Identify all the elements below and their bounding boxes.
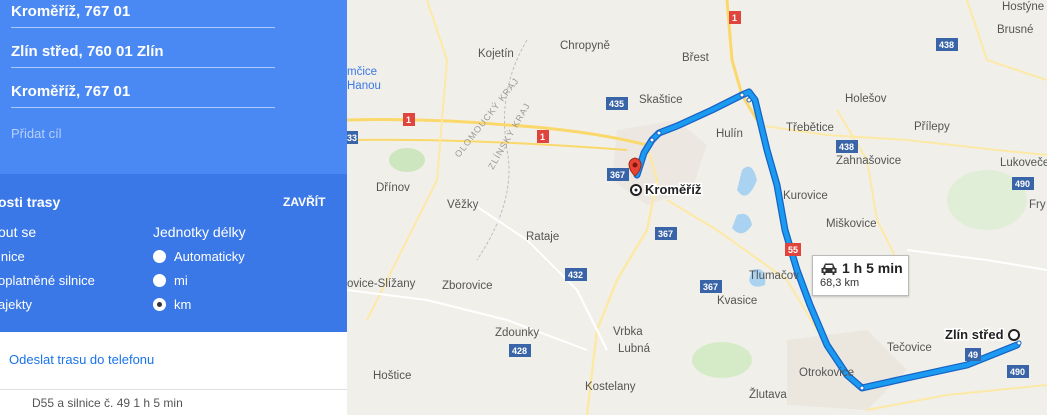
shield-438: 438	[839, 142, 854, 152]
place-label: Fry	[1029, 199, 1046, 211]
avoid-tolls-option[interactable]: oplatněné silnice	[0, 273, 95, 288]
shield-1: 1	[732, 13, 737, 23]
place-label: Holešov	[845, 93, 887, 105]
shield-1: 1	[406, 115, 411, 125]
avoid-highways-option[interactable]: lnice	[0, 249, 25, 264]
shield-367: 367	[703, 282, 718, 292]
shield-367: 367	[610, 170, 625, 180]
place-label: Zborovice	[442, 280, 493, 292]
shield-367: 367	[658, 229, 673, 239]
place-label: Hoštice	[373, 370, 411, 382]
waypoint-1-input[interactable]: Kroměříž, 767 01	[11, 1, 275, 28]
place-label: Vrbka	[613, 326, 643, 338]
shield-490: 490	[1015, 179, 1030, 189]
map-svg[interactable]: 1 1 1 435 367 367 367 432 428 55 438 438…	[347, 0, 1047, 415]
avoid-ferries-option[interactable]: ajekty	[0, 297, 32, 312]
place-label: Hanou	[347, 80, 381, 92]
place-label: Dřínov	[376, 182, 410, 194]
car-icon	[821, 263, 837, 275]
add-destination-input[interactable]: Přidat cíl	[11, 126, 62, 141]
place-label: Věžky	[447, 199, 479, 211]
place-label: Kvasice	[717, 295, 757, 307]
units-auto-label: Automaticky	[174, 249, 245, 264]
place-label: Lubná	[618, 343, 651, 355]
place-label: Lukoveče	[1000, 157, 1047, 169]
route-duration: 1 h 5 min	[842, 260, 903, 276]
waypoint-3-input[interactable]: Kroměříž, 767 01	[11, 81, 275, 108]
units-auto-radio[interactable]	[153, 250, 166, 263]
place-label: mčice	[347, 66, 377, 78]
shield-33: 33	[347, 133, 357, 143]
send-to-phone-link[interactable]: Odeslat trasu do telefonu	[9, 352, 154, 367]
place-label: Břest	[682, 52, 710, 64]
directions-panel: Kroměříž, 767 01 Zlín střed, 760 01 Zlín…	[0, 0, 347, 415]
map-canvas[interactable]: 1 1 1 435 367 367 367 432 428 55 438 438…	[347, 0, 1047, 415]
place-label: Zahnašovice	[836, 155, 901, 167]
units-km-label: km	[174, 297, 192, 312]
shield-55: 55	[788, 245, 798, 255]
place-label: Zdounky	[495, 327, 539, 339]
place-label: Brusné	[997, 24, 1033, 36]
divider	[0, 389, 347, 390]
place-label: Kurovice	[783, 190, 828, 202]
shield-435: 435	[609, 99, 624, 109]
place-label: Rataje	[526, 231, 559, 243]
waypoint-2-input[interactable]: Zlín střed, 760 01 Zlín	[11, 41, 275, 68]
place-label: Kojetín	[478, 48, 514, 60]
destination-label[interactable]: Zlín střed	[944, 326, 1006, 344]
units-mi-label: mi	[174, 273, 188, 288]
place-label: Tlumačov	[749, 270, 799, 282]
place-label: Chropyně	[560, 40, 610, 52]
avoid-heading: out se	[0, 224, 37, 240]
route-summary-row[interactable]: D55 a silnice č. 49 1 h 5 min	[32, 396, 332, 410]
place-label: Miškovice	[826, 218, 876, 230]
destination-marker-icon[interactable]	[1008, 329, 1020, 341]
shield-438: 438	[939, 40, 954, 50]
shield-428: 428	[512, 346, 527, 356]
place-label: Otrokovice	[799, 367, 854, 379]
route-distance: 68,3 km	[820, 277, 860, 289]
route-duration-callout[interactable]: 1 h 5 min 68,3 km	[812, 255, 909, 296]
shield-49: 49	[968, 350, 978, 360]
place-label: Žlutava	[749, 388, 787, 401]
route-options-title: osti trasy	[0, 194, 61, 210]
route-options: osti trasy ZAVŘÍT out se Jednotky délky …	[0, 174, 347, 332]
place-label: Kostelany	[585, 381, 636, 393]
place-label: Hostýne	[1002, 1, 1044, 13]
shield-490: 490	[1010, 367, 1025, 377]
place-label: Třebětice	[786, 122, 834, 134]
units-mi-radio[interactable]	[153, 274, 166, 287]
place-label: Hulín	[716, 128, 743, 140]
place-label: Tečovice	[887, 342, 932, 354]
place-label: ovice-Slížany	[347, 278, 416, 290]
shield-1: 1	[540, 132, 545, 142]
place-label: Přílepy	[914, 121, 950, 133]
place-label: Skaštice	[639, 94, 682, 106]
route-inputs: Kroměříž, 767 01 Zlín střed, 760 01 Zlín…	[0, 0, 347, 174]
origin-label[interactable]: Kroměříž	[644, 181, 704, 199]
close-options-button[interactable]: ZAVŘÍT	[283, 195, 325, 209]
units-heading: Jednotky délky	[153, 224, 246, 240]
shield-432: 432	[568, 270, 583, 280]
units-km-radio[interactable]	[153, 298, 166, 311]
